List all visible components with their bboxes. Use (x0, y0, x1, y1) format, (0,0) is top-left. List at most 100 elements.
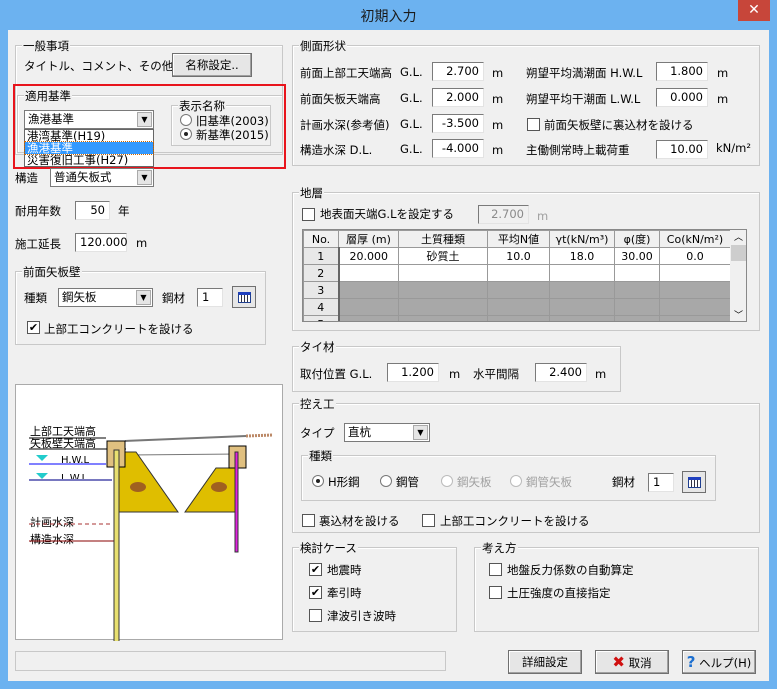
column-header[interactable]: φ(度) (614, 230, 660, 248)
strata-scrollbar[interactable]: ︿ ﹀ (730, 230, 746, 321)
column-header[interactable]: 層厚 (m) (338, 230, 399, 248)
table-cell[interactable] (614, 281, 660, 299)
anchor-concrete-checkbox[interactable] (422, 514, 435, 527)
name-settings-button[interactable]: 名称設定.. (172, 53, 252, 77)
radio-steel-pipe[interactable] (380, 475, 392, 487)
table-cell[interactable] (614, 264, 660, 282)
table-cell[interactable] (487, 315, 550, 321)
table-cell[interactable] (338, 298, 399, 316)
approach-checkbox[interactable] (489, 563, 502, 576)
table-cell[interactable] (398, 298, 488, 316)
column-header[interactable]: γt(kN/m³) (549, 230, 615, 248)
table-cell[interactable]: 1 (303, 247, 340, 265)
table-cell[interactable]: 5 (303, 315, 340, 321)
table-cell[interactable]: 10.0 (487, 247, 550, 265)
radio-sheet-pile[interactable] (441, 475, 453, 487)
tie-spacing-input[interactable]: 2.400 (535, 363, 587, 382)
length-unit: m (136, 236, 148, 250)
column-header[interactable]: 平均N値 (487, 230, 550, 248)
approach-checkbox[interactable] (489, 586, 502, 599)
side-row-input[interactable]: 2.700 (432, 62, 484, 81)
tie-spacing-unit: m (595, 367, 607, 381)
table-cell[interactable] (549, 264, 615, 282)
table-cell[interactable] (487, 298, 550, 316)
table-cell[interactable] (398, 315, 488, 321)
table-cell[interactable] (398, 281, 488, 299)
steel-table-button[interactable] (232, 286, 256, 308)
help-button[interactable]: ? ヘルプ(H) (682, 650, 756, 674)
close-icon[interactable]: ✕ (738, 0, 770, 21)
window-title: 初期入力 (360, 9, 417, 25)
cases-checkbox[interactable]: ✔ (309, 586, 322, 599)
hwl-input[interactable]: 1.800 (656, 62, 708, 81)
front-wall-concrete-checkbox[interactable]: ✔ (27, 321, 40, 334)
chevron-down-icon[interactable]: ▼ (136, 290, 151, 305)
diagram-label-design-depth: 計画水深 (30, 515, 74, 529)
load-input[interactable]: 10.00 (656, 140, 708, 159)
column-header[interactable]: 土質種類 (398, 230, 488, 248)
ground-gl-input[interactable]: 2.700 (478, 205, 529, 224)
cases-checkbox[interactable] (309, 609, 322, 622)
table-cell[interactable] (338, 315, 399, 321)
front-wall-legend: 前面矢板壁 (22, 264, 82, 280)
structure-value: 普通矢板式 (54, 170, 112, 184)
tie-position-input[interactable]: 1.200 (387, 363, 439, 382)
anchor-type-combo[interactable]: 直杭 ▼ (344, 423, 430, 442)
ground-gl-checkbox[interactable] (302, 208, 315, 221)
anchor-kind-legend: 種類 (308, 448, 333, 464)
table-cell[interactable] (659, 264, 731, 282)
table-cell[interactable]: 20.000 (338, 247, 399, 265)
hwl-unit: m (717, 66, 729, 80)
table-cell[interactable] (338, 281, 399, 299)
table-cell[interactable] (549, 298, 615, 316)
length-input[interactable]: 120.000 (75, 233, 128, 252)
table-cell[interactable]: 砂質土 (398, 247, 488, 265)
table-cell[interactable] (398, 264, 488, 282)
scroll-up-icon[interactable]: ︿ (730, 230, 746, 243)
cancel-button[interactable]: ✖ 取消 (595, 650, 669, 674)
lwl-input[interactable]: 0.000 (656, 88, 708, 107)
table-cell[interactable] (659, 298, 731, 316)
kind-steel-pipe-label: 鋼管 (396, 475, 419, 489)
backfill-front-checkbox[interactable] (527, 118, 540, 131)
service-life-input[interactable]: 50 (75, 201, 110, 220)
column-header[interactable]: Co(kN/m²) (659, 230, 731, 248)
front-wall-steel-input[interactable]: 1 (197, 288, 223, 307)
scrollbar-thumb[interactable] (731, 245, 746, 261)
radio-pipe-sheet-pile[interactable] (510, 475, 522, 487)
table-cell[interactable] (659, 281, 731, 299)
detail-settings-button[interactable]: 詳細設定 (508, 650, 582, 674)
table-cell[interactable]: 0.0 (659, 247, 731, 265)
table-cell[interactable] (549, 315, 615, 321)
table-cell[interactable]: 2 (303, 264, 340, 282)
structure-combo[interactable]: 普通矢板式 ▼ (50, 168, 154, 187)
radio-h-beam[interactable] (312, 475, 324, 487)
front-wall-type-combo[interactable]: 鋼矢板 ▼ (58, 288, 153, 307)
table-cell[interactable] (338, 264, 399, 282)
table-cell[interactable]: 3 (303, 281, 340, 299)
anchor-steel-table-button[interactable] (682, 471, 706, 493)
front-wall-type-value: 鋼矢板 (62, 290, 97, 304)
anchor-concrete-label: 上部工コンクリートを設ける (440, 514, 590, 528)
table-cell[interactable] (549, 281, 615, 299)
front-wall-steel-label: 鋼材 (162, 291, 185, 305)
chevron-down-icon[interactable]: ▼ (137, 170, 152, 185)
column-header[interactable]: No. (303, 230, 339, 248)
side-row-input[interactable]: -4.000 (432, 139, 484, 158)
chevron-down-icon[interactable]: ▼ (413, 425, 428, 440)
cancel-label: 取消 (628, 656, 652, 670)
table-cell[interactable] (487, 281, 550, 299)
cases-checkbox[interactable]: ✔ (309, 563, 322, 576)
table-cell[interactable] (614, 298, 660, 316)
side-row-input[interactable]: -3.500 (432, 114, 484, 133)
table-cell[interactable]: 30.00 (614, 247, 660, 265)
anchor-steel-input[interactable]: 1 (648, 473, 674, 492)
scroll-down-icon[interactable]: ﹀ (730, 308, 746, 321)
table-cell[interactable]: 4 (303, 298, 340, 316)
table-cell[interactable] (487, 264, 550, 282)
side-row-input[interactable]: 2.000 (432, 88, 484, 107)
table-cell[interactable]: 18.0 (549, 247, 615, 265)
table-cell[interactable] (614, 315, 660, 321)
anchor-backfill-checkbox[interactable] (302, 514, 315, 527)
table-cell[interactable] (659, 315, 731, 321)
